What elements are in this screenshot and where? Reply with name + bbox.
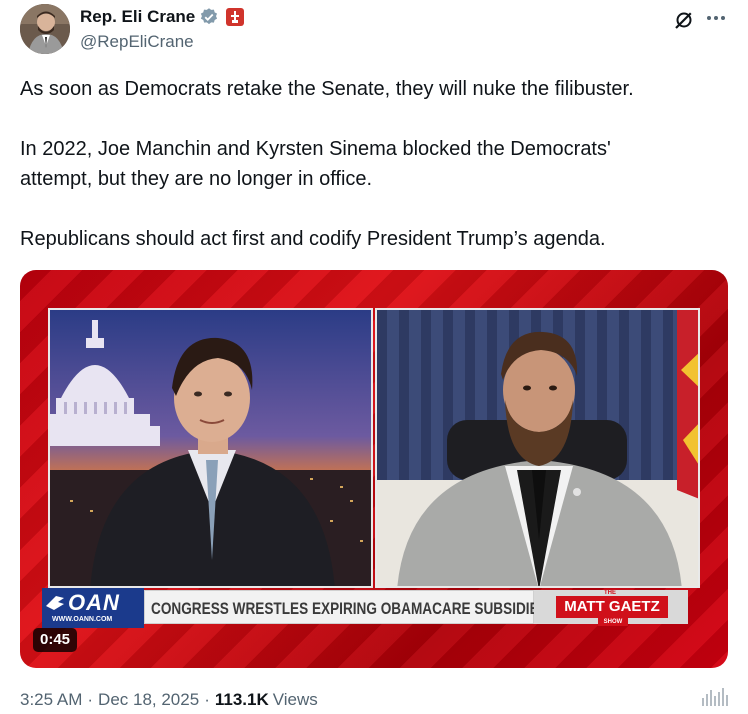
views-label: Views xyxy=(272,690,318,709)
video-right-panel xyxy=(375,308,700,588)
tweet: Rep. Eli Crane @RepEliCrane As soon as D… xyxy=(0,0,748,714)
author-name[interactable]: Rep. Eli Crane xyxy=(80,7,195,27)
more-options-icon[interactable] xyxy=(704,6,728,30)
tweet-paragraph: Republicans should act first and codify … xyxy=(20,228,606,250)
author-block: Rep. Eli Crane @RepEliCrane xyxy=(80,6,245,52)
news-headline: CONGRESS WRESTLES EXPIRING OBAMACARE SUB… xyxy=(151,599,548,618)
meta-separator: · xyxy=(204,690,210,709)
grok-icon[interactable] xyxy=(672,8,696,32)
news-chyron: OAN WWW.OANN.COM CONGRESS WRESTLES EXPIR… xyxy=(42,588,688,628)
tweet-paragraph: In 2022, Joe Manchin and Kyrsten Sinema … xyxy=(20,138,611,160)
video-duration: 0:45 xyxy=(33,628,78,652)
tweet-paragraph: attempt, but they are no longer in offic… xyxy=(20,168,373,190)
avatar[interactable] xyxy=(20,4,70,54)
video-player[interactable]: OAN WWW.OANN.COM CONGRESS WRESTLES EXPIR… xyxy=(20,270,728,668)
tweet-meta: 3:25 AM · Dec 18, 2025 · 113.1K Views xyxy=(20,690,318,710)
headline-bar: CONGRESS WRESTLES EXPIRING OBAMACARE SUB… xyxy=(144,590,548,624)
government-flag-icon[interactable] xyxy=(225,7,245,27)
name-row: Rep. Eli Crane xyxy=(80,6,245,28)
show-logo: THE MATT GAETZ SHOW xyxy=(534,590,688,626)
post-date[interactable]: Dec 18, 2025 xyxy=(98,690,199,710)
post-time[interactable]: 3:25 AM xyxy=(20,690,82,710)
view-stats-icon[interactable] xyxy=(700,686,730,708)
tweet-paragraph: As soon as Democrats retake the Senate, … xyxy=(20,78,634,100)
video-left-panel xyxy=(48,308,373,588)
verified-badge-icon[interactable] xyxy=(199,7,219,27)
meta-separator: · xyxy=(87,690,94,709)
tweet-text: As soon as Democrats retake the Senate, … xyxy=(20,74,720,254)
author-handle[interactable]: @RepEliCrane xyxy=(80,32,245,52)
oan-logo: OAN WWW.OANN.COM xyxy=(42,588,144,628)
views-count: 113.1K xyxy=(214,690,269,709)
